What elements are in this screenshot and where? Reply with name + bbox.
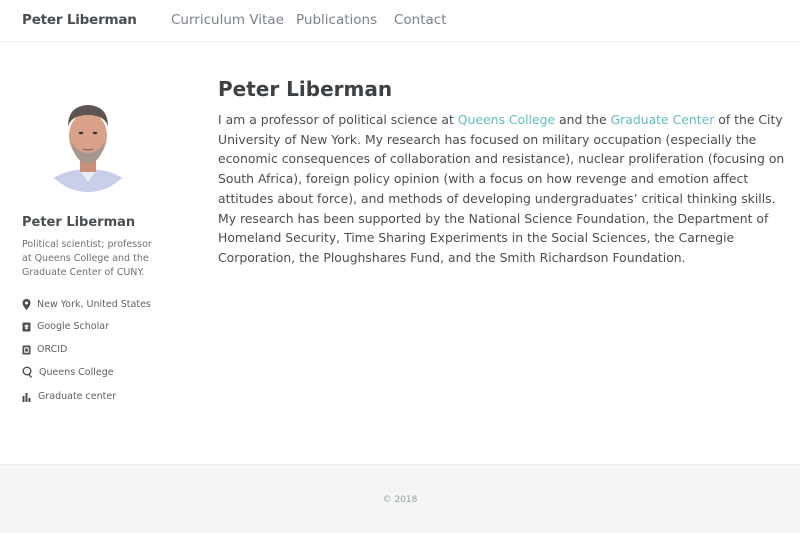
bio-text-2: and the bbox=[555, 112, 611, 127]
site-title-link[interactable]: Peter Liberman bbox=[22, 12, 137, 28]
nav-curriculum-vitae[interactable]: Curriculum Vitae bbox=[171, 12, 284, 28]
nav-contact[interactable]: Contact bbox=[394, 12, 447, 28]
graduate-center-link[interactable]: Graduate Center bbox=[611, 112, 715, 127]
link-orcid-label: ORCID bbox=[37, 344, 68, 355]
link-location[interactable]: New York, United States bbox=[22, 299, 151, 310]
bio-paragraph: I am a professor of political science at… bbox=[218, 110, 790, 268]
author-name: Peter Liberman bbox=[22, 215, 136, 230]
copyright-text: © 2018 bbox=[382, 495, 418, 505]
queens-college-link[interactable]: Queens College bbox=[458, 112, 555, 127]
link-graduate-center[interactable]: Graduate center bbox=[22, 391, 116, 402]
link-graduate-center-label: Graduate center bbox=[38, 391, 117, 402]
bio-text-1: I am a professor of political science at bbox=[218, 112, 458, 127]
masthead: Peter Liberman Curriculum Vitae Publicat… bbox=[0, 0, 800, 42]
link-google-scholar[interactable]: Google Scholar bbox=[22, 321, 109, 332]
bio-text-3: of the City University of New York. My r… bbox=[218, 112, 785, 265]
orcid-icon bbox=[22, 345, 31, 354]
link-queens-college[interactable]: Queens College bbox=[22, 366, 114, 378]
nav-publications[interactable]: Publications bbox=[296, 12, 377, 28]
link-orcid[interactable]: ORCID bbox=[22, 344, 67, 355]
college-icon bbox=[22, 366, 33, 378]
author-bio: Political scientist; professor at Queens… bbox=[22, 239, 152, 278]
bar-chart-icon bbox=[22, 392, 31, 402]
link-google-scholar-label: Google Scholar bbox=[37, 321, 109, 332]
map-marker-icon bbox=[22, 299, 31, 310]
footer: © 2018 bbox=[0, 464, 800, 533]
link-location-label: New York, United States bbox=[37, 299, 151, 310]
avatar bbox=[40, 96, 136, 192]
link-queens-college-label: Queens College bbox=[39, 366, 114, 378]
graduation-cap-icon bbox=[22, 322, 31, 331]
page-title: Peter Liberman bbox=[218, 77, 393, 101]
